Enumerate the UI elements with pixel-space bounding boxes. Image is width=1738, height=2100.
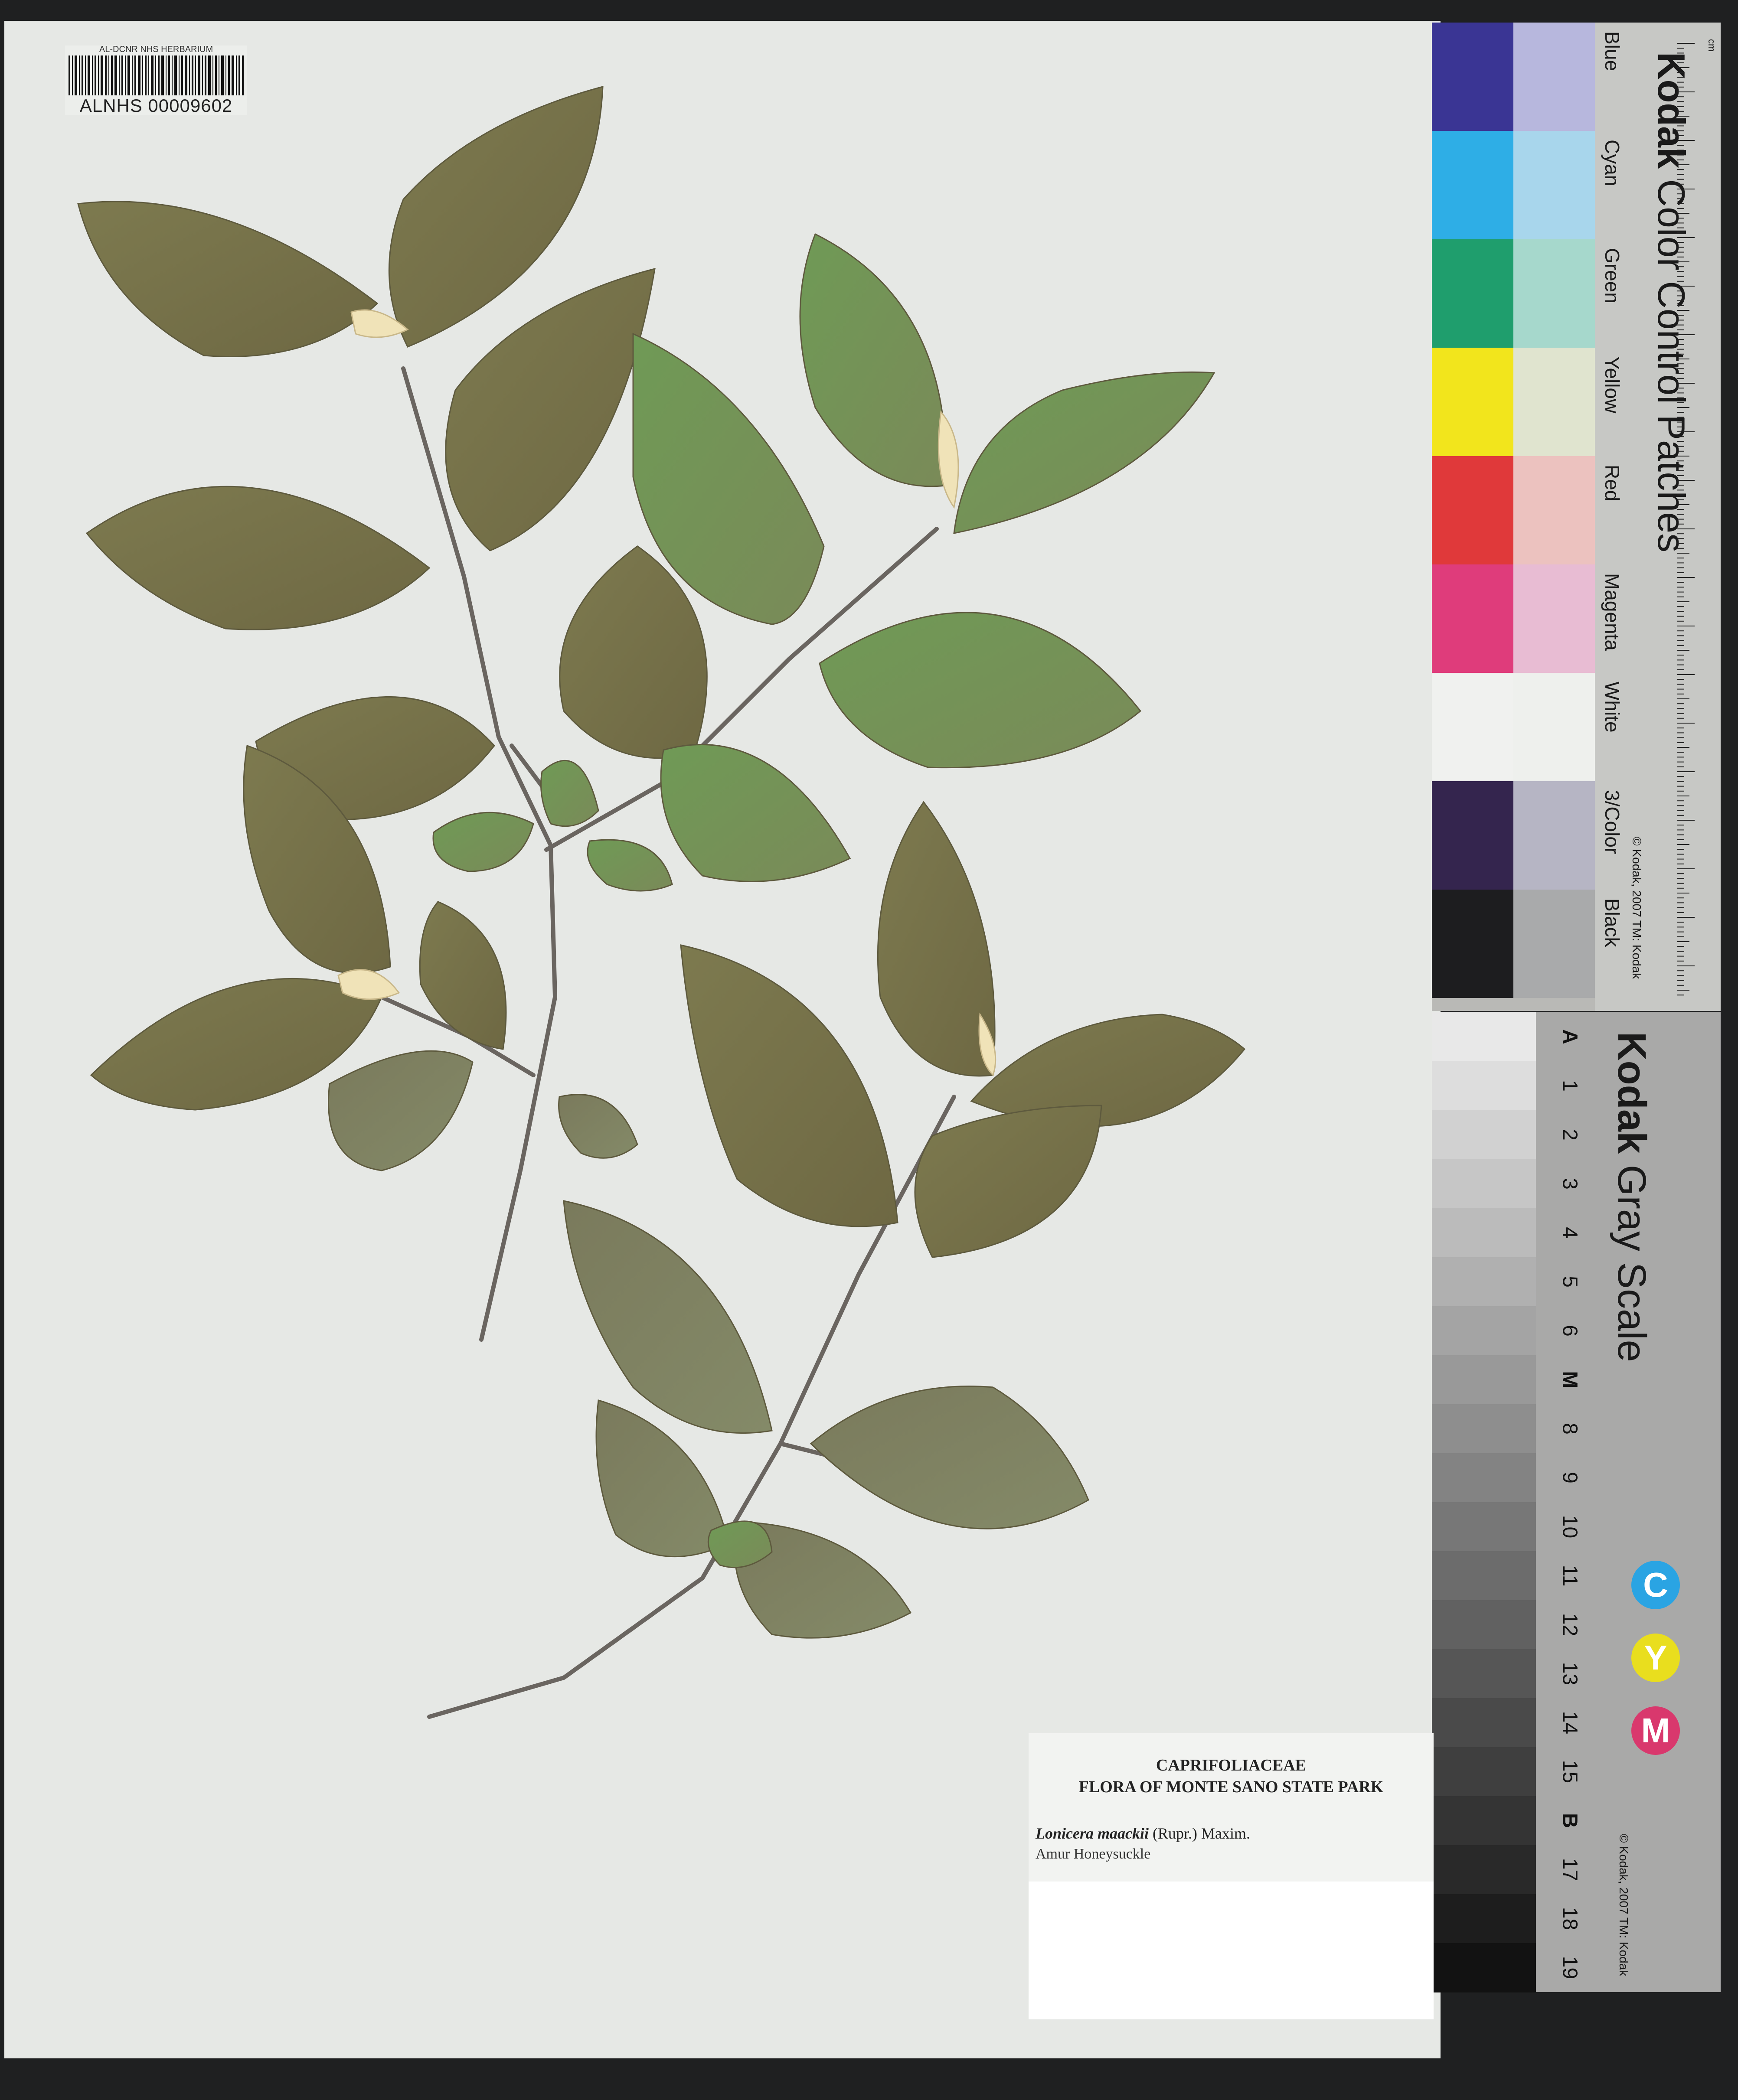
swatch-blue-dark	[1432, 23, 1513, 131]
patch-label: Cyan	[1601, 140, 1624, 186]
gray-step-label: 18	[1558, 1907, 1581, 1930]
kodak-brand-gray: Kodak	[1610, 1032, 1654, 1154]
species-authority: (Rupr.) Maxim.	[1152, 1825, 1250, 1842]
gray-step-label: 2	[1558, 1128, 1581, 1141]
patch-label: White	[1601, 682, 1624, 733]
patch-label: Green	[1601, 248, 1624, 303]
cym-dot-y: Y	[1631, 1634, 1680, 1682]
swatch-3-color-dark	[1432, 781, 1513, 890]
gray-step	[1432, 1649, 1536, 1699]
swatch-blue-light	[1513, 23, 1595, 131]
color-swatches	[1432, 23, 1595, 1011]
gray-step	[1432, 1845, 1536, 1895]
barcode-bars	[69, 55, 244, 95]
swatch-magenta-dark	[1432, 564, 1513, 673]
swatch-3-color-light	[1513, 781, 1595, 890]
leaf-group-upper	[77, 86, 1215, 1171]
gray-step-label: B	[1558, 1813, 1581, 1828]
patch-label: Magenta	[1601, 573, 1624, 651]
gray-step-label: A	[1558, 1029, 1581, 1044]
label-family: CAPRIFOLIACEAE	[1156, 1756, 1307, 1774]
gray-step	[1432, 1355, 1536, 1405]
swatch-yellow-dark	[1432, 348, 1513, 456]
cym-dot-c: C	[1631, 1561, 1680, 1609]
label-blank-area	[1029, 1882, 1434, 2019]
gray-step-label: 6	[1558, 1324, 1581, 1337]
gray-step-label: 3	[1558, 1177, 1581, 1190]
color-copyright: © Kodak, 2007 TM: Kodak	[1630, 837, 1643, 979]
gray-step	[1432, 1698, 1536, 1748]
gray-step	[1432, 1551, 1536, 1601]
gray-step-label: 14	[1558, 1711, 1581, 1734]
species-name: Lonicera maackii	[1036, 1825, 1149, 1842]
swatch-green-light	[1513, 239, 1595, 348]
gray-step	[1432, 1110, 1536, 1160]
swatch-black-dark	[1432, 890, 1513, 998]
gray-step	[1432, 1257, 1536, 1307]
gray-step-label: 5	[1558, 1275, 1581, 1288]
patch-label: 3/Color	[1601, 790, 1624, 854]
gray-step-label: 15	[1558, 1760, 1581, 1783]
swatch-white-light	[1513, 673, 1595, 781]
swatch-red-dark	[1432, 456, 1513, 564]
gray-step-label: 4	[1558, 1226, 1581, 1239]
gray-step	[1432, 1453, 1536, 1503]
gray-copyright: © Kodak, 2007 TM: Kodak	[1617, 1834, 1630, 1976]
label-common-name: Amur Honeysuckle	[1036, 1846, 1151, 1862]
gray-step	[1432, 1404, 1536, 1454]
gray-scale-title-text: Gray Scale	[1610, 1164, 1654, 1362]
ruler-unit: cm	[1706, 39, 1717, 52]
gray-step-label: 9	[1558, 1471, 1581, 1484]
gray-step-label: 11	[1558, 1565, 1581, 1586]
swatch-cyan-dark	[1432, 131, 1513, 239]
cym-dot-m: M	[1631, 1706, 1680, 1755]
gray-step-label: M	[1558, 1371, 1581, 1388]
gray-step	[1432, 1061, 1536, 1111]
label-species: Lonicera maackii (Rupr.) Maxim.	[1036, 1824, 1250, 1842]
gray-step-label: 19	[1558, 1956, 1581, 1979]
swatch-magenta-light	[1513, 564, 1595, 673]
gray-step	[1432, 1306, 1536, 1356]
cm-ruler	[1677, 43, 1695, 996]
swatch-cyan-light	[1513, 131, 1595, 239]
swatch-yellow-light	[1513, 348, 1595, 456]
patch-label: Blue	[1601, 31, 1624, 72]
leaf-group-lower	[563, 801, 1246, 1639]
swatch-black-light	[1513, 890, 1595, 998]
gray-step	[1432, 1796, 1536, 1846]
patch-label: Red	[1601, 465, 1624, 502]
swatch-green-dark	[1432, 239, 1513, 348]
gray-step	[1432, 1012, 1536, 1062]
gray-step	[1432, 1943, 1536, 1992]
barcode-number: ALNHS 00009602	[79, 95, 233, 116]
gray-step-label: 8	[1558, 1422, 1581, 1435]
gray-step	[1432, 1747, 1536, 1797]
gray-step	[1432, 1502, 1536, 1552]
gray-step-label: 12	[1558, 1613, 1581, 1636]
barcode-institution: AL-DCNR NHS HERBARIUM	[99, 45, 213, 54]
swatch-red-light	[1513, 456, 1595, 564]
gray-step-label: 17	[1558, 1858, 1581, 1881]
patch-label: Black	[1601, 898, 1624, 947]
patch-label: Yellow	[1601, 356, 1624, 414]
swatch-white-dark	[1432, 673, 1513, 781]
gray-step-label: 13	[1558, 1662, 1581, 1685]
gray-step	[1432, 1208, 1536, 1258]
gray-step	[1432, 1600, 1536, 1650]
gray-scale-title: Kodak Gray Scale	[1609, 1032, 1654, 1362]
label-flora: FLORA OF MONTE SANO STATE PARK	[1078, 1778, 1384, 1796]
gray-step-label: 10	[1558, 1515, 1581, 1538]
gray-step-label: 1	[1558, 1079, 1581, 1092]
gray-steps	[1432, 1012, 1536, 1992]
gray-step	[1432, 1159, 1536, 1209]
gray-step	[1432, 1894, 1536, 1943]
